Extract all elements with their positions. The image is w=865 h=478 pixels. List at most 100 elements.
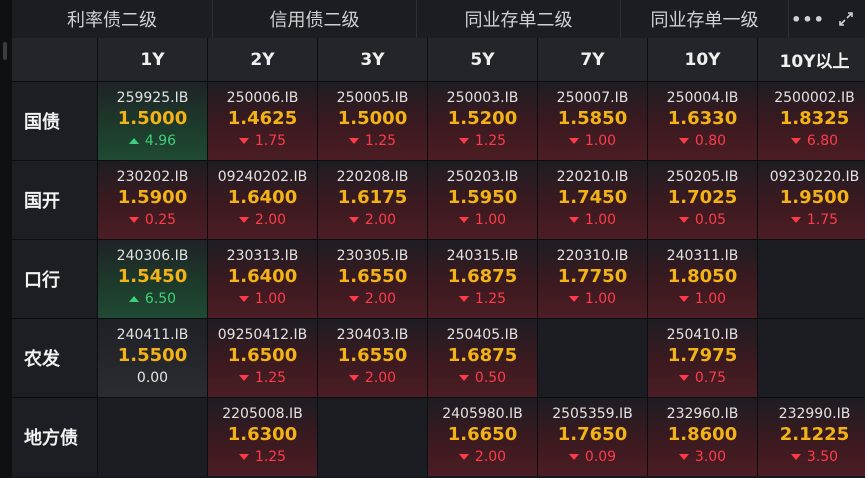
yield-change: 2.00 bbox=[348, 368, 396, 388]
tab-rate-bonds-secondary[interactable]: 利率债二级 bbox=[12, 0, 213, 38]
bond-yield: 1.7975 bbox=[667, 345, 738, 366]
bond-code: 240306.IB bbox=[116, 248, 189, 264]
bond-quote-cell[interactable]: 09240202.IB 1.6400 2.00 bbox=[208, 161, 317, 239]
bond-yield: 1.4625 bbox=[227, 108, 298, 129]
triangle-down-icon bbox=[568, 138, 579, 144]
change-value: 3.00 bbox=[694, 449, 727, 465]
change-value: 1.00 bbox=[584, 133, 617, 149]
column-header[interactable]: 10Y以上 bbox=[758, 38, 865, 81]
bond-yield: 1.5000 bbox=[337, 108, 408, 129]
bond-quote-cell[interactable]: 220310.IB 1.7750 1.00 bbox=[538, 240, 647, 318]
yield-change: 1.00 bbox=[238, 289, 286, 309]
yield-change: 0.50 bbox=[458, 368, 506, 388]
bond-code: 250006.IB bbox=[226, 90, 299, 106]
bond-quote-cell[interactable]: 240315.IB 1.6875 1.25 bbox=[428, 240, 537, 318]
column-header[interactable]: 5Y bbox=[428, 38, 537, 81]
bond-quote-cell[interactable]: 232960.IB 1.8600 3.00 bbox=[648, 398, 757, 476]
bond-quote-cell[interactable]: 220208.IB 1.6175 2.00 bbox=[318, 161, 427, 239]
bond-quote-cell[interactable]: 230313.IB 1.6400 1.00 bbox=[208, 240, 317, 318]
bond-code: 230403.IB bbox=[336, 327, 409, 343]
bond-quote-cell[interactable]: 09250412.IB 1.6500 1.25 bbox=[208, 319, 317, 397]
more-icon[interactable]: ••• bbox=[789, 0, 827, 38]
bond-code: 259925.IB bbox=[116, 90, 189, 106]
bond-quote-cell[interactable]: 240411.IB 1.5500 0.00 bbox=[98, 319, 207, 397]
row-header: 口行 bbox=[12, 240, 97, 318]
side-handle[interactable] bbox=[3, 42, 7, 60]
tab-ncd-primary[interactable]: 同业存单一级 bbox=[621, 0, 789, 38]
change-value: 0.25 bbox=[144, 212, 177, 228]
bond-yield: 1.8600 bbox=[667, 424, 738, 445]
bond-code: 250004.IB bbox=[666, 90, 739, 106]
empty-cell bbox=[758, 240, 865, 318]
bond-quote-cell[interactable]: 230403.IB 1.6550 2.00 bbox=[318, 319, 427, 397]
yield-change: 1.00 bbox=[678, 289, 727, 309]
bond-code: 09230220.IB bbox=[769, 169, 860, 185]
triangle-down-icon bbox=[790, 454, 801, 460]
bond-code: 250003.IB bbox=[446, 90, 519, 106]
column-header[interactable]: 1Y bbox=[98, 38, 207, 81]
bond-quote-cell[interactable]: 250410.IB 1.7975 0.75 bbox=[648, 319, 757, 397]
change-value: 4.96 bbox=[144, 133, 177, 149]
bond-quote-cell[interactable]: 232990.IB 2.1225 3.50 bbox=[758, 398, 865, 476]
column-header[interactable]: 10Y bbox=[648, 38, 757, 81]
bond-yield: 1.5950 bbox=[447, 187, 518, 208]
change-value: 1.75 bbox=[254, 133, 287, 149]
bond-quote-cell[interactable]: 250006.IB 1.4625 1.75 bbox=[208, 82, 317, 160]
bond-quote-cell[interactable]: 230202.IB 1.5900 0.25 bbox=[98, 161, 207, 239]
bond-quote-cell[interactable]: 230305.IB 1.6550 2.00 bbox=[318, 240, 427, 318]
bond-quote-cell[interactable]: 240306.IB 1.5450 6.50 bbox=[98, 240, 207, 318]
column-header[interactable]: 7Y bbox=[538, 38, 647, 81]
change-value: 1.00 bbox=[694, 291, 727, 307]
empty-cell bbox=[318, 398, 427, 476]
yield-change: 1.25 bbox=[238, 368, 286, 388]
triangle-down-icon bbox=[238, 375, 249, 381]
bond-code: 09250412.IB bbox=[217, 327, 308, 343]
bond-quote-cell[interactable]: 2500002.IB 1.8325 6.80 bbox=[758, 82, 865, 160]
bond-quote-cell[interactable]: 250005.IB 1.5000 1.25 bbox=[318, 82, 427, 160]
bond-yield: 1.5850 bbox=[557, 108, 628, 129]
bond-quote-cell[interactable]: 250003.IB 1.5200 1.25 bbox=[428, 82, 537, 160]
yield-change: 0.80 bbox=[678, 131, 726, 151]
triangle-down-icon bbox=[678, 217, 689, 223]
bond-yield: 1.6875 bbox=[447, 345, 518, 366]
triangle-down-icon bbox=[348, 296, 359, 302]
bond-code: 09240202.IB bbox=[217, 169, 308, 185]
tab-ncd-secondary[interactable]: 同业存单二级 bbox=[417, 0, 621, 38]
column-header[interactable]: 2Y bbox=[208, 38, 317, 81]
bond-quote-cell[interactable]: 2505359.IB 1.7650 0.09 bbox=[538, 398, 647, 476]
triangle-up-icon bbox=[128, 296, 139, 302]
column-header[interactable]: 3Y bbox=[318, 38, 427, 81]
bond-quote-cell[interactable]: 2405980.IB 1.6650 2.00 bbox=[428, 398, 537, 476]
bond-yield: 1.8050 bbox=[667, 266, 738, 287]
bond-yield: 1.5200 bbox=[447, 108, 518, 129]
bond-quote-cell[interactable]: 250405.IB 1.6875 0.50 bbox=[428, 319, 537, 397]
row-header: 农发 bbox=[12, 319, 97, 397]
change-value: 1.75 bbox=[806, 212, 839, 228]
triangle-down-icon bbox=[790, 217, 801, 223]
tab-credit-bonds-secondary[interactable]: 信用债二级 bbox=[213, 0, 417, 38]
row-header: 国债 bbox=[12, 82, 97, 160]
bond-quote-cell[interactable]: 250004.IB 1.6330 0.80 bbox=[648, 82, 757, 160]
triangle-down-icon bbox=[568, 454, 579, 460]
triangle-down-icon bbox=[238, 454, 249, 460]
yield-change: 1.25 bbox=[458, 289, 506, 309]
expand-icon[interactable] bbox=[827, 0, 865, 38]
bond-quote-cell[interactable]: 220210.IB 1.7450 1.00 bbox=[538, 161, 647, 239]
yield-change: 3.00 bbox=[678, 447, 727, 467]
bond-quote-cell[interactable]: 259925.IB 1.5000 4.96 bbox=[98, 82, 207, 160]
bond-quote-cell[interactable]: 250007.IB 1.5850 1.00 bbox=[538, 82, 647, 160]
bond-quote-cell[interactable]: 240311.IB 1.8050 1.00 bbox=[648, 240, 757, 318]
empty-cell bbox=[758, 319, 865, 397]
triangle-down-icon bbox=[348, 375, 359, 381]
bond-quote-cell[interactable]: 250205.IB 1.7025 0.05 bbox=[648, 161, 757, 239]
change-value: 2.00 bbox=[254, 212, 287, 228]
bond-quote-cell[interactable]: 2205008.IB 1.6300 1.25 bbox=[208, 398, 317, 476]
bond-quote-cell[interactable]: 250203.IB 1.5950 1.00 bbox=[428, 161, 537, 239]
triangle-down-icon bbox=[678, 454, 689, 460]
bond-code: 230202.IB bbox=[116, 169, 189, 185]
triangle-down-icon bbox=[128, 217, 139, 223]
triangle-down-icon bbox=[458, 217, 469, 223]
change-value: 2.00 bbox=[364, 291, 397, 307]
bond-quote-cell[interactable]: 09230220.IB 1.9500 1.75 bbox=[758, 161, 865, 239]
bond-code: 250203.IB bbox=[446, 169, 519, 185]
